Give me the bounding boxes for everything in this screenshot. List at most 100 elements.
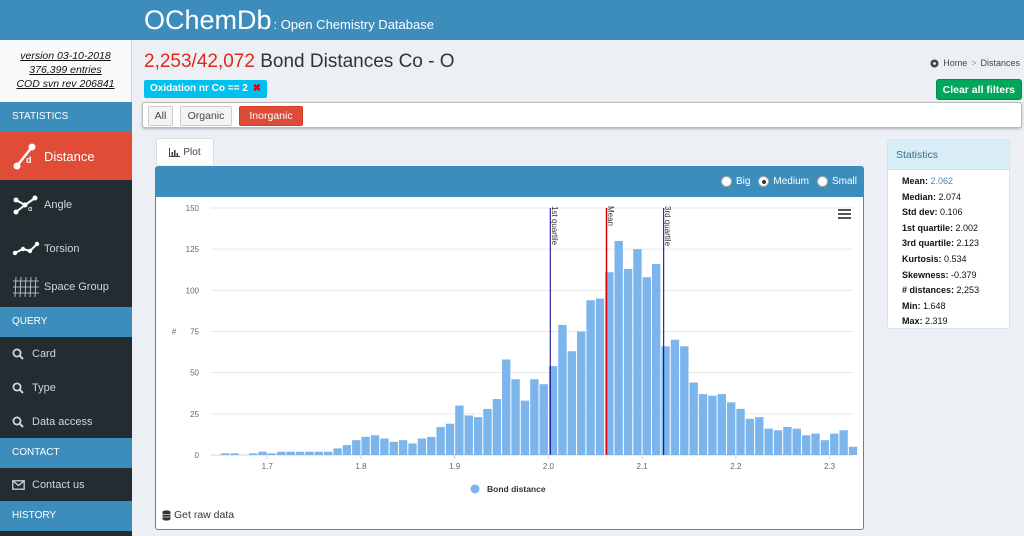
- y-tick-label: 75: [190, 328, 199, 337]
- sidebar-header-history: HISTORY: [0, 501, 132, 531]
- histogram-bar: [277, 451, 286, 455]
- version-link[interactable]: version 03-10-2018: [0, 49, 131, 63]
- histogram-bar: [633, 249, 642, 455]
- histogram-bar: [820, 440, 830, 455]
- chart-menu-icon[interactable]: [838, 209, 851, 221]
- y-tick-label: 0: [195, 451, 200, 460]
- svn-rev-link[interactable]: COD svn rev 206841: [0, 77, 131, 91]
- filter-all-button[interactable]: All: [148, 106, 173, 126]
- sidebar-item-torsion[interactable]: Torsion: [0, 230, 132, 268]
- stat-1st-quartile: 1st quartile: 2.002: [902, 222, 979, 233]
- sidebar-item-label: Distance: [44, 148, 95, 164]
- histogram-bar: [661, 346, 670, 455]
- histogram-bar: [642, 277, 651, 455]
- size-option-medium[interactable]: Medium: [758, 176, 809, 187]
- breadcrumb-home[interactable]: Home: [943, 58, 967, 68]
- top-navbar: OChemDb: Open Chemistry Database: [0, 0, 1024, 40]
- histogram-bar: [623, 268, 633, 455]
- histogram-bar: [295, 451, 305, 455]
- stat-min: Min: 1.648: [902, 300, 946, 311]
- y-tick-label: 125: [186, 245, 200, 254]
- size-option-label: Medium: [773, 176, 809, 187]
- stat-skewness: Skewness: -0.379: [902, 269, 977, 280]
- x-tick-label: 2.3: [824, 462, 836, 471]
- sidebar-item-card[interactable]: Card: [0, 337, 132, 371]
- distance-icon: d: [12, 142, 44, 170]
- histogram-bar: [417, 438, 427, 455]
- histogram-bar: [333, 448, 342, 455]
- search-icon: [12, 382, 32, 394]
- home-icon: [930, 58, 939, 68]
- histogram-bar: [323, 451, 333, 455]
- legend-marker: [470, 484, 480, 494]
- histogram-bar: [773, 430, 783, 455]
- sidebar-item-data-access[interactable]: Data access: [0, 405, 132, 439]
- database-icon: [162, 509, 171, 521]
- histogram-bar: [811, 433, 820, 455]
- brand-subtitle: : Open Chemistry Database: [273, 17, 434, 32]
- sidebar: version 03-10-2018 376,399 entries COD s…: [0, 40, 132, 536]
- histogram-bar: [455, 405, 464, 455]
- histogram-bar: [651, 263, 661, 455]
- size-option-big[interactable]: Big: [720, 176, 751, 187]
- sidebar-item-distance[interactable]: d Distance: [0, 132, 132, 180]
- sidebar-header-query: QUERY: [0, 307, 132, 337]
- stat-line-label: 3rd quartile: [663, 206, 672, 247]
- x-tick-label: 1.9: [449, 462, 461, 471]
- histogram-bar: [708, 395, 717, 455]
- histogram-bar: [736, 408, 745, 455]
- histogram-bar: [726, 402, 736, 455]
- stat-distance-count: # distances: 2,253: [902, 285, 980, 296]
- raw-data-label: Get raw data: [174, 509, 235, 521]
- stat-kurtosis: Kurtosis: 0.534: [902, 253, 967, 264]
- radio-selected-icon: [758, 176, 770, 187]
- stat-line-label: Mean: [606, 206, 615, 226]
- histogram-bar: [408, 443, 417, 455]
- histogram-bar: [830, 433, 839, 455]
- filter-inorganic-button[interactable]: Inorganic: [239, 106, 303, 126]
- torsion-icon: [12, 241, 44, 257]
- histogram-bar: [558, 324, 567, 455]
- tab-plot[interactable]: Plot: [156, 138, 214, 165]
- histogram-bar: [370, 435, 380, 455]
- histogram-bar: [267, 453, 277, 455]
- entries-link[interactable]: 376,399 entries: [0, 63, 131, 77]
- plot-panel: Big Medium Small 0 25 50 75 100 125 150 #1st qu…: [155, 166, 864, 530]
- title-text: Bond Distances Co - O: [254, 51, 455, 72]
- filter-organic-button[interactable]: Organic: [180, 106, 232, 126]
- histogram-bar: [614, 240, 623, 455]
- x-tick-label: 1.8: [355, 462, 367, 471]
- stat-3rd-quartile: 3rd quartile: 2.123: [902, 238, 980, 249]
- y-tick-label: 50: [190, 369, 199, 378]
- histogram-bar: [380, 438, 389, 455]
- histogram-chart: 0 25 50 75 100 125 150 #1st quartile Mean 3rd qua…: [172, 204, 858, 494]
- histogram-bar: [680, 346, 689, 455]
- filter-tag-label: Oxidation nr Co == 2: [150, 83, 248, 94]
- histogram-bar: [248, 453, 258, 455]
- clear-filters-button[interactable]: Clear all filters: [935, 79, 1022, 100]
- sidebar-item-contact-us[interactable]: Contact us: [0, 468, 132, 502]
- histogram-bar: [492, 399, 502, 455]
- size-option-small[interactable]: Small: [816, 176, 857, 187]
- histogram-bar: [801, 435, 811, 455]
- histogram-bar: [502, 359, 511, 455]
- sidebar-item-type[interactable]: Type: [0, 371, 132, 405]
- size-option-label: Big: [735, 176, 751, 187]
- tab-label: Plot: [183, 146, 201, 158]
- sidebar-header-contact: CONTACT: [0, 438, 132, 468]
- search-icon: [12, 348, 32, 360]
- app-brand[interactable]: OChemDb: Open Chemistry Database: [144, 4, 434, 41]
- structure-type-filter: All Organic Inorganic: [142, 102, 1022, 128]
- remove-filter-icon[interactable]: ✖: [253, 83, 261, 94]
- stat-mean: Mean: 2.062: [902, 176, 954, 186]
- size-option-label: Small: [831, 176, 857, 187]
- sidebar-item-angle[interactable]: α Angle: [0, 186, 132, 224]
- breadcrumb: Home > Distances: [930, 58, 1020, 68]
- histogram-bar: [436, 427, 445, 455]
- sidebar-item-space-group[interactable]: Space Group: [0, 268, 132, 306]
- result-count: 2,253/42,072: [144, 51, 255, 72]
- sidebar-item-label: Data access: [32, 416, 93, 428]
- main-content: 2,253/42,072 Bond Distances Co - O Home …: [132, 40, 1024, 536]
- get-raw-data-link[interactable]: Get raw data: [162, 509, 234, 521]
- histogram-bar: [305, 451, 314, 455]
